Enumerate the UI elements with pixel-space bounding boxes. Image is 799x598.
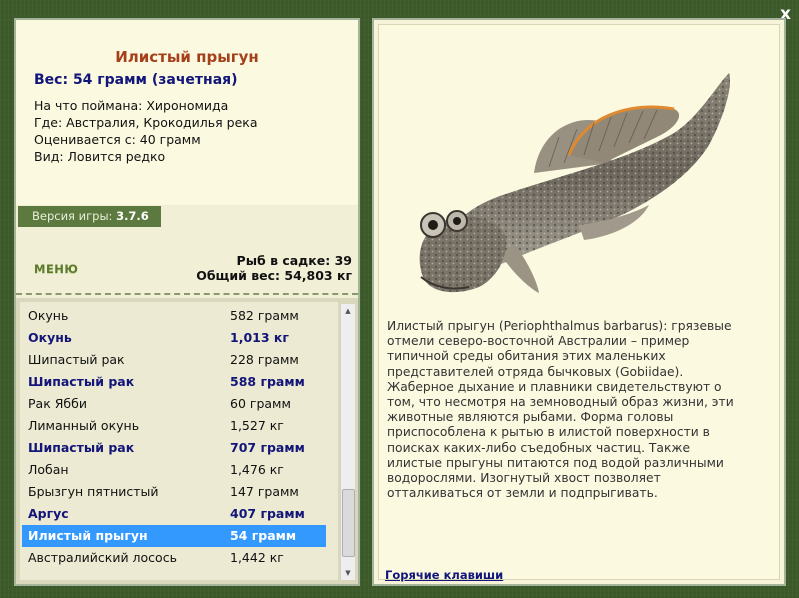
keepnet-stats: Рыб в садке: 39 Общий вес: 54,803 кг [196, 253, 352, 283]
version-value: 3.7.6 [116, 209, 149, 223]
catch-list-row[interactable]: Илистый прыгун 54 грамм [22, 525, 326, 547]
catch-list-row[interactable]: Окунь 1,013 кг [22, 327, 326, 349]
divider [16, 293, 358, 295]
catch-info-panel: Илистый прыгун Вес: 54 грамм (зачетная) … [14, 18, 360, 586]
mudskipper-image [419, 73, 731, 293]
fish-info-lines: На что поймана: Хирономида Где: Австрали… [34, 97, 258, 165]
catch-list-row[interactable]: Австралийский лосось 1,442 кг [22, 547, 326, 569]
catch-fish-weight: 1,442 кг [230, 550, 284, 565]
catch-list-row[interactable]: Шипастый рак 707 грамм [22, 437, 326, 459]
catch-list-row[interactable]: Шипастый рак 228 грамм [22, 349, 326, 371]
catch-fish-weight: 707 грамм [230, 440, 305, 455]
scroll-up-arrow-icon[interactable]: ▲ [341, 304, 355, 318]
catch-list-row[interactable]: Лобан 1,476 кг [22, 459, 326, 481]
catch-fish-name: Австралийский лосось [28, 550, 177, 565]
catch-fish-name: Окунь [28, 308, 69, 323]
hotkeys-link[interactable]: Горячие клавиши [385, 568, 503, 582]
fish-info-card: Илистый прыгун Вес: 54 грамм (зачетная) … [16, 20, 358, 205]
catch-fish-weight: 1,013 кг [230, 330, 289, 345]
catch-fish-name: Рак Ябби [28, 396, 87, 411]
catch-list-row[interactable]: Брызгун пятнистый 147 грамм [22, 481, 326, 503]
location-info: Где: Австралия, Крокодилья река [34, 115, 258, 130]
catch-list-row[interactable]: Лиманный окунь 1,527 кг [22, 415, 326, 437]
total-weight: Общий вес: 54,803 кг [196, 268, 352, 283]
version-bar: Версия игры: 3.7.6 [18, 206, 161, 227]
catch-fish-name: Аргус [28, 506, 69, 521]
catch-list-area: Окунь 582 грамм Окунь 1,013 кг Шипастый рак 2… [16, 298, 358, 584]
catch-fish-weight: 407 грамм [230, 506, 305, 521]
catch-list[interactable]: Окунь 582 грамм Окунь 1,013 кг Шипастый рак 2… [20, 302, 338, 580]
scroll-down-arrow-icon[interactable]: ▼ [341, 566, 355, 580]
list-scrollbar[interactable]: ▲ ▼ [340, 304, 355, 580]
catch-fish-weight: 147 грамм [230, 484, 299, 499]
catch-fish-weight: 582 грамм [230, 308, 299, 323]
catch-list-row[interactable]: Окунь 582 грамм [22, 305, 326, 327]
min-weight-info: Оценивается с: 40 грамм [34, 132, 201, 147]
catch-fish-name: Лиманный окунь [28, 418, 140, 433]
catch-fish-weight: 60 грамм [230, 396, 291, 411]
fish-detail-panel: Илистый прыгун (Periophthalmus barbarus)… [372, 18, 786, 586]
catch-fish-name: Лобан [28, 462, 69, 477]
rarity-info: Вид: Ловится редко [34, 149, 166, 164]
scrollbar-thumb[interactable] [342, 489, 355, 557]
fish-detail-card: Илистый прыгун (Periophthalmus barbarus)… [378, 24, 780, 582]
catch-fish-weight: 228 грамм [230, 352, 299, 367]
catch-fish-name: Шипастый рак [28, 352, 125, 367]
fish-description: Илистый прыгун (Periophthalmus barbarus)… [387, 319, 734, 501]
version-label: Версия игры: [32, 209, 113, 223]
catch-fish-name: Шипастый рак [28, 440, 135, 455]
catch-fish-weight: 1,527 кг [230, 418, 284, 433]
bait-info: На что поймана: Хирономида [34, 98, 229, 113]
fish-name: Илистый прыгун [115, 48, 259, 66]
catch-fish-name: Илистый прыгун [28, 528, 148, 543]
catch-list-row[interactable]: Шипастый рак 588 грамм [22, 371, 326, 393]
catch-list-row[interactable]: Рак Ябби 60 грамм [22, 393, 326, 415]
fish-weight: Вес: 54 грамм (зачетная) [34, 72, 238, 88]
fish-count: Рыб в садке: 39 [236, 253, 352, 268]
catch-fish-name: Шипастый рак [28, 374, 135, 389]
game-window: x Илистый прыгун Вес: 54 грамм (зачетная… [0, 0, 799, 598]
catch-fish-weight: 1,476 кг [230, 462, 284, 477]
catch-fish-name: Брызгун пятнистый [28, 484, 159, 499]
menu-button[interactable]: МЕНЮ [34, 262, 78, 276]
catch-fish-weight: 54 грамм [230, 528, 297, 543]
catch-fish-weight: 588 грамм [230, 374, 305, 389]
catch-fish-name: Окунь [28, 330, 72, 345]
catch-list-row[interactable]: Аргус 407 грамм [22, 503, 326, 525]
